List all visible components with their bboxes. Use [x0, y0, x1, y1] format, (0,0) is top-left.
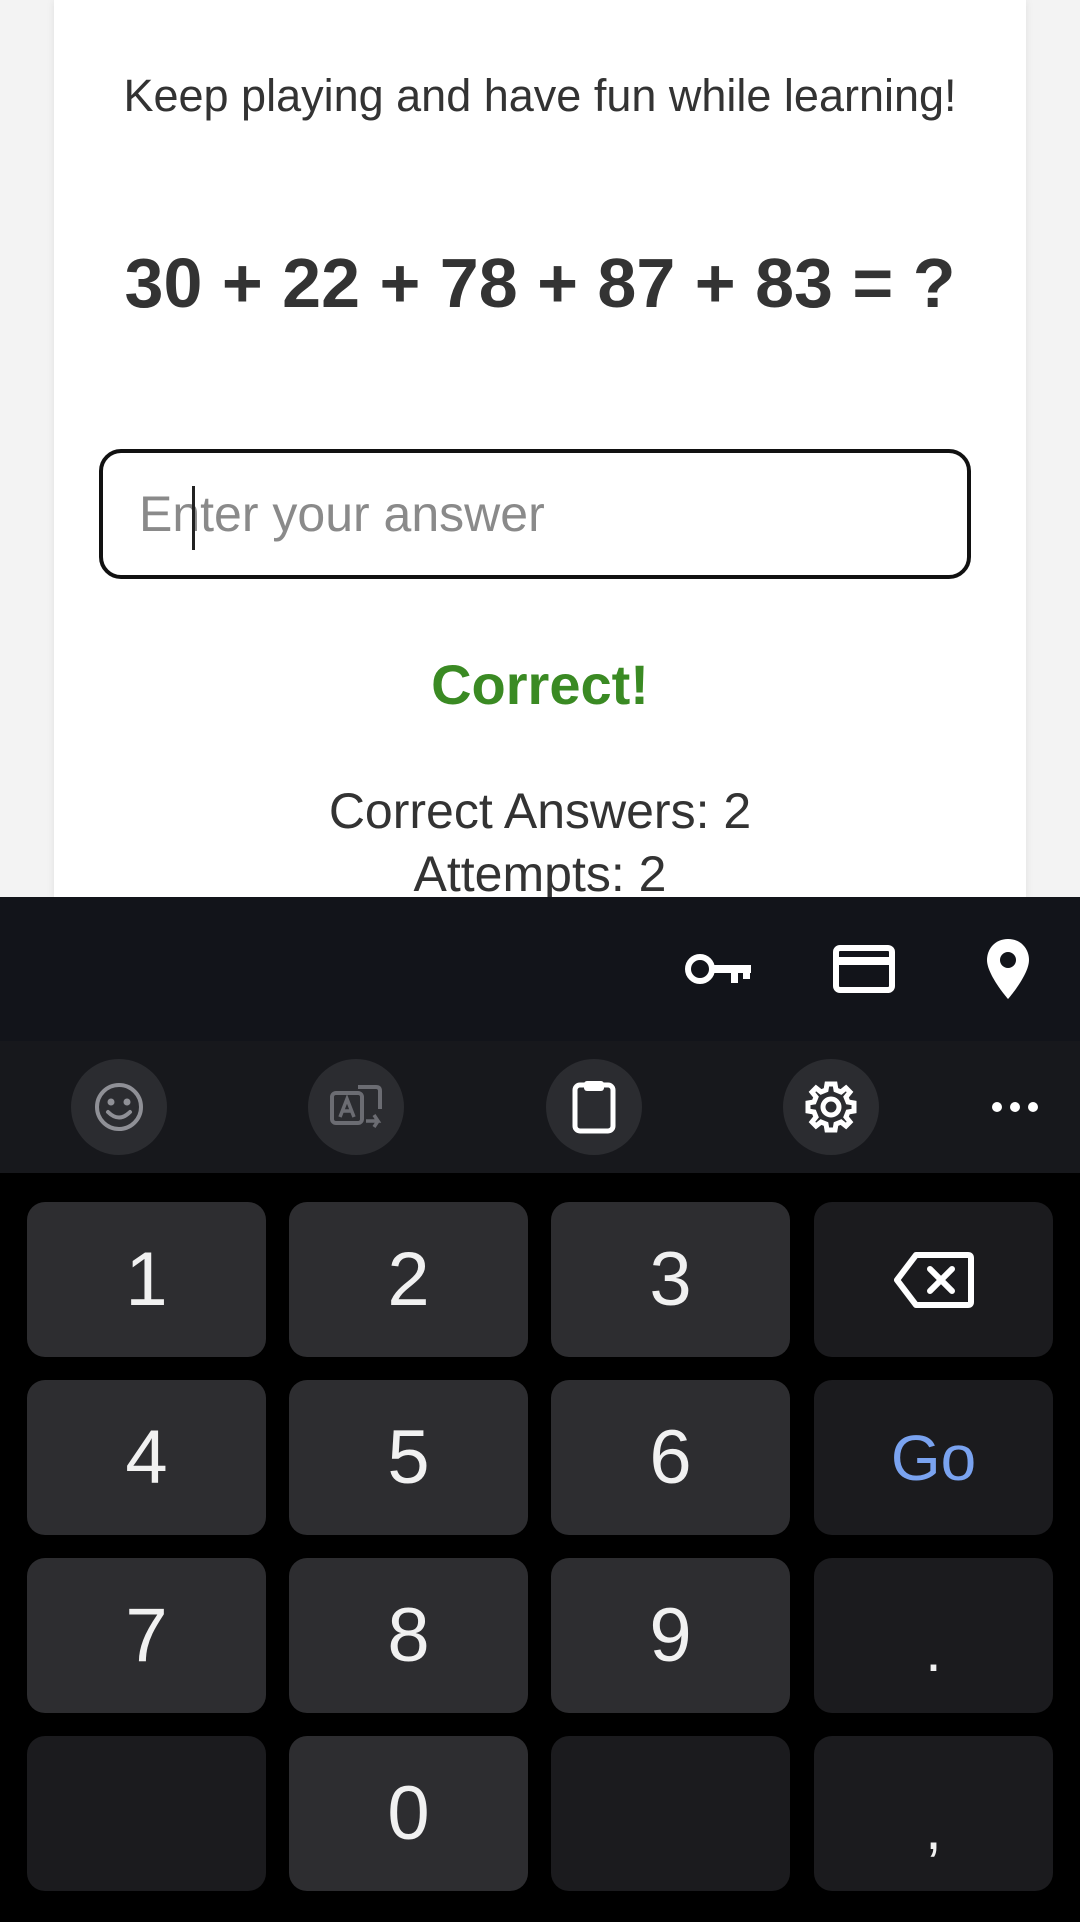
period-key[interactable]: . [814, 1558, 1053, 1713]
comma-key[interactable]: , [814, 1736, 1053, 1891]
more-icon[interactable] [967, 1059, 1063, 1155]
subtitle: Keep playing and have fun while learning… [123, 70, 957, 121]
game-card: Keep playing and have fun while learning… [54, 0, 1026, 902]
backspace-icon [893, 1251, 974, 1308]
key-4[interactable]: 4 [27, 1380, 266, 1535]
feedback-message: Correct! [431, 653, 649, 716]
key-1[interactable]: 1 [27, 1202, 266, 1357]
location-pin-icon[interactable] [972, 933, 1044, 1005]
key-5[interactable]: 5 [289, 1380, 528, 1535]
key-2[interactable]: 2 [289, 1202, 528, 1357]
credit-card-icon[interactable] [828, 933, 900, 1005]
key-0[interactable]: 0 [289, 1736, 528, 1891]
backspace-key[interactable] [814, 1202, 1053, 1357]
key-7[interactable]: 7 [27, 1558, 266, 1713]
answer-input[interactable] [99, 449, 971, 579]
score-stats: Correct Answers: 2 Attempts: 2 [54, 780, 1026, 906]
keyboard-autofill-bar [0, 897, 1080, 1041]
key-6[interactable]: 6 [551, 1380, 790, 1535]
numeric-keypad: 1 2 3 4 5 6 Go 7 8 9 . 0 , [0, 1173, 1080, 1922]
key-icon[interactable] [684, 933, 756, 1005]
correct-answers-count: Correct Answers: 2 [328, 783, 752, 839]
key-9[interactable]: 9 [551, 1558, 790, 1713]
keyboard-toolbar [0, 1041, 1080, 1173]
blank-key-right [551, 1736, 790, 1891]
go-key[interactable]: Go [814, 1380, 1053, 1535]
text-caret [192, 486, 195, 550]
blank-key-left [27, 1736, 266, 1891]
math-question: 30 + 22 + 78 + 87 + 83 = ? [124, 244, 956, 322]
screen: Keep playing and have fun while learning… [0, 0, 1080, 1922]
translate-icon[interactable] [308, 1059, 404, 1155]
emoji-icon[interactable] [71, 1059, 167, 1155]
settings-icon[interactable] [783, 1059, 879, 1155]
key-8[interactable]: 8 [289, 1558, 528, 1713]
clipboard-icon[interactable] [546, 1059, 642, 1155]
key-3[interactable]: 3 [551, 1202, 790, 1357]
